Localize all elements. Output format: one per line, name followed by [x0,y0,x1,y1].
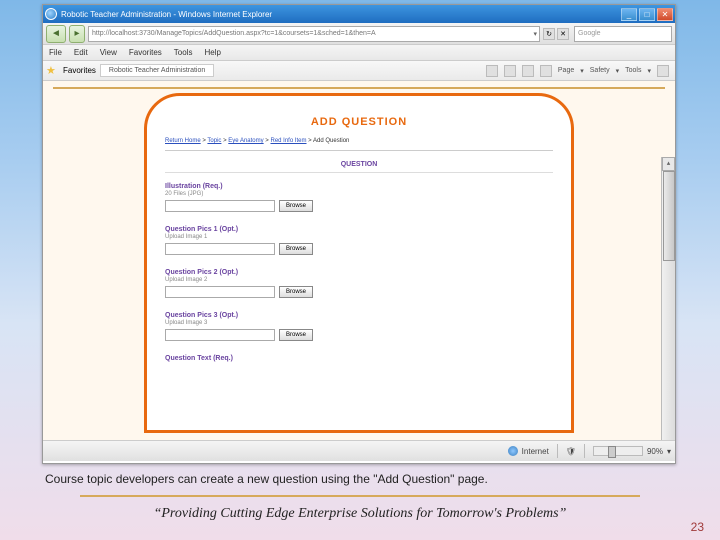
ie-icon [45,8,57,20]
field-sublabel: Upload Image 2 [165,277,553,283]
add-question-card: ADD QUESTION Return Home > Topic > Eye A… [144,93,574,433]
page-menu[interactable]: Page [558,67,574,74]
home-icon[interactable] [486,65,498,77]
favorites-label[interactable]: Favorites [63,66,96,75]
field-illustration: Illustration (Req.) 20 Files (JPG) Brows… [165,183,553,212]
browse-button[interactable]: Browse [279,243,313,255]
breadcrumb-link[interactable]: Return Home [165,138,201,144]
tools-menu[interactable]: Tools [625,67,641,74]
menu-bar: File Edit View Favorites Tools Help [43,45,675,61]
mail-icon[interactable] [522,65,534,77]
refresh-icon[interactable]: ↻ [543,28,555,40]
browser-window: Robotic Teacher Administration - Windows… [42,4,676,464]
zoom-level[interactable]: 90% [647,447,663,456]
maximize-button[interactable]: □ [639,8,655,21]
page-tab[interactable]: Robotic Teacher Administration [100,64,214,77]
field-sublabel: 20 Files (JPG) [165,191,553,197]
minimize-button[interactable]: _ [621,8,637,21]
zoom-slider[interactable] [593,446,643,456]
page-divider [53,87,665,89]
menu-help[interactable]: Help [198,48,226,57]
file-input[interactable] [165,200,275,212]
field-label: Illustration (Req.) [165,183,553,190]
file-input[interactable] [165,329,275,341]
menu-file[interactable]: File [43,48,68,57]
slide-divider [80,495,640,497]
breadcrumb-link[interactable]: Topic [207,138,221,144]
field-sublabel: Upload Image 1 [165,234,553,240]
security-zone: Internet [522,447,549,456]
slide-page-number: 23 [691,520,704,534]
forward-button[interactable]: ▸ [69,25,85,43]
print-icon[interactable] [540,65,552,77]
nav-toolbar: ◄ ▸ http://localhost:3730/ManageTopics/A… [43,23,675,45]
help-icon[interactable] [657,65,669,77]
address-bar[interactable]: http://localhost:3730/ManageTopics/AddQu… [88,26,540,42]
feeds-icon[interactable] [504,65,516,77]
favorites-star-icon[interactable]: ★ [46,64,60,78]
page-heading: ADD QUESTION [165,116,553,128]
file-input[interactable] [165,243,275,255]
breadcrumb: Return Home > Topic > Eye Anatomy > Red … [165,138,553,151]
field-pic1: Question Pics 1 (Opt.) Upload Image 1 Br… [165,226,553,255]
stop-icon[interactable]: ✕ [557,28,569,40]
field-label: Question Pics 3 (Opt.) [165,312,553,319]
field-label: Question Text (Req.) [165,355,553,362]
browse-button[interactable]: Browse [279,286,313,298]
menu-view[interactable]: View [94,48,123,57]
protected-mode-icon: 🛡 [566,447,576,456]
section-header: QUESTION [165,161,553,173]
slide-tagline: “Providing Cutting Edge Enterprise Solut… [0,506,720,522]
field-label: Question Pics 2 (Opt.) [165,269,553,276]
favorites-bar: ★ Favorites Robotic Teacher Administrati… [43,61,675,81]
field-pic3: Question Pics 3 (Opt.) Upload Image 3 Br… [165,312,553,341]
field-question-text: Question Text (Req.) [165,355,553,362]
browse-button[interactable]: Browse [279,200,313,212]
status-bar: Internet 🛡 90% ▾ [43,441,675,461]
breadcrumb-current: Add Question [313,138,349,144]
vertical-scrollbar[interactable]: ▴ ▾ [661,157,675,441]
browse-button[interactable]: Browse [279,329,313,341]
field-sublabel: Upload Image 3 [165,320,553,326]
search-box[interactable]: Google [574,26,672,42]
window-titlebar: Robotic Teacher Administration - Windows… [43,5,675,23]
safety-menu[interactable]: Safety [590,67,610,74]
slide-caption: Course topic developers can create a new… [45,472,488,486]
breadcrumb-link[interactable]: Eye Anatomy [228,138,263,144]
menu-edit[interactable]: Edit [68,48,94,57]
globe-icon [508,446,518,456]
scroll-up-icon[interactable]: ▴ [662,157,675,171]
menu-favorites[interactable]: Favorites [123,48,168,57]
breadcrumb-link[interactable]: Red Info Item [270,138,306,144]
back-button[interactable]: ◄ [46,25,66,43]
file-input[interactable] [165,286,275,298]
menu-tools[interactable]: Tools [168,48,199,57]
window-title: Robotic Teacher Administration - Windows… [61,10,621,19]
field-pic2: Question Pics 2 (Opt.) Upload Image 2 Br… [165,269,553,298]
scroll-thumb[interactable] [663,171,675,261]
page-content: ADD QUESTION Return Home > Topic > Eye A… [43,81,675,441]
close-button[interactable]: ✕ [657,8,673,21]
field-label: Question Pics 1 (Opt.) [165,226,553,233]
